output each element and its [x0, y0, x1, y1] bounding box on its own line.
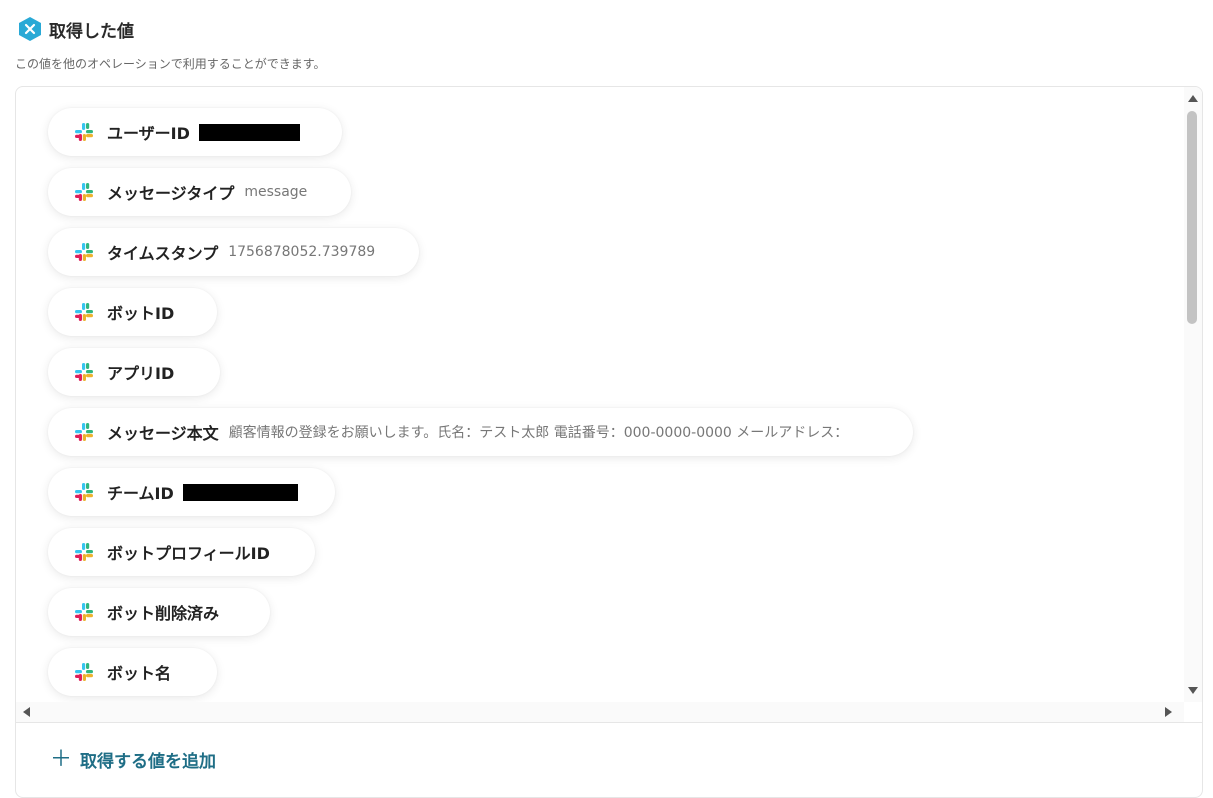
value-label: アプリID: [107, 364, 175, 383]
value-item-message-body[interactable]: メッセージ本文 顧客情報の登録をお願いします。氏名：テスト太郎 電話番号：000…: [48, 408, 913, 456]
scroll-left-arrow-icon[interactable]: [23, 707, 30, 717]
slack-icon: [75, 363, 93, 381]
value-item-timestamp[interactable]: タイムスタンプ 1756878052.739789: [48, 228, 419, 276]
value-label: メッセージ本文: [107, 424, 219, 443]
value-item-bot-deleted[interactable]: ボット削除済み: [48, 588, 270, 636]
hexagon-x-icon: [19, 17, 41, 41]
value-item-app-id[interactable]: アプリID: [48, 348, 220, 396]
add-value-label: 取得する値を追加: [80, 752, 217, 772]
horizontal-scrollbar[interactable]: [16, 702, 1184, 722]
value-item-bot-name[interactable]: ボット名: [48, 648, 217, 696]
value-label: ボットID: [107, 304, 175, 323]
value-item-message-type[interactable]: メッセージタイプ message: [48, 168, 351, 216]
scrollbar-thumb[interactable]: [1187, 111, 1197, 324]
value-text: message: [244, 184, 308, 200]
divider: [16, 722, 1202, 723]
values-panel: ユーザーID メッセージタイプ message タイムスタンプ 17568780…: [15, 86, 1203, 798]
slack-icon: [75, 123, 93, 141]
slack-icon: [75, 243, 93, 261]
value-item-user-id[interactable]: ユーザーID: [48, 108, 342, 156]
slack-icon: [75, 303, 93, 321]
values-list: ユーザーID メッセージタイプ message タイムスタンプ 17568780…: [16, 87, 1184, 702]
value-item-bot-id[interactable]: ボットID: [48, 288, 217, 336]
value-label: ボットプロフィールID: [107, 544, 270, 563]
section-title: 取得した値: [49, 21, 134, 42]
slack-icon: [75, 483, 93, 501]
value-label: メッセージタイプ: [107, 184, 235, 203]
redacted-value: [198, 123, 300, 141]
value-text: 顧客情報の登録をお願いします。氏名：テスト太郎 電話番号：000-0000-00…: [228, 425, 849, 441]
section-header: 取得した値: [17, 16, 134, 42]
value-label: チームID: [107, 484, 174, 503]
value-label: タイムスタンプ: [107, 244, 219, 263]
slack-icon: [75, 543, 93, 561]
add-value-button[interactable]: ＋ 取得する値を追加: [50, 747, 216, 772]
slack-icon: [75, 183, 93, 201]
value-item-bot-profile-id[interactable]: ボットプロフィールID: [48, 528, 315, 576]
section-subtitle: この値を他のオペレーションで利用することができます。: [15, 57, 326, 71]
value-label: ユーザーID: [107, 124, 190, 143]
slack-icon: [75, 663, 93, 681]
slack-icon: [75, 423, 93, 441]
plus-icon: ＋: [50, 746, 73, 772]
value-label: ボット名: [107, 664, 172, 683]
value-text: 1756878052.739789: [228, 244, 376, 260]
slack-icon: [75, 603, 93, 621]
scroll-up-arrow-icon[interactable]: [1188, 95, 1198, 102]
redacted-value: [182, 483, 298, 501]
vertical-scrollbar[interactable]: [1184, 87, 1202, 702]
scroll-right-arrow-icon[interactable]: [1165, 707, 1172, 717]
value-label: ボット削除済み: [107, 604, 220, 623]
value-item-team-id[interactable]: チームID: [48, 468, 335, 516]
scroll-down-arrow-icon[interactable]: [1188, 687, 1198, 694]
